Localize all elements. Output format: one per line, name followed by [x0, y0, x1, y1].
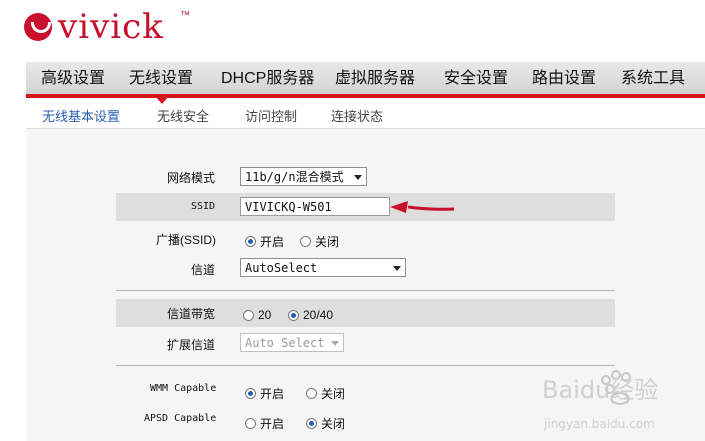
brand-logo: vivick ™: [24, 7, 190, 47]
radio-checked-icon: [288, 309, 299, 321]
baidu-watermark: Baidu经验 jingyan.baidu.com: [542, 370, 658, 431]
radio-checked-icon: [306, 418, 317, 429]
main-nav: 高级设置 无线设置 DHCP服务器 虚拟服务器 安全设置 路由设置 系统工具: [26, 62, 705, 98]
divider: [116, 290, 615, 291]
watermark-url: jingyan.baidu.com: [543, 417, 655, 431]
radio-unchecked-icon: [245, 418, 256, 429]
ext-channel-select[interactable]: Auto Select: [240, 333, 344, 352]
bandwidth-label: 信道带宽: [167, 307, 216, 321]
radio-checked-icon: [245, 236, 256, 247]
network-mode-label: 网络模式: [167, 171, 216, 185]
ssid-input[interactable]: VIVICKQ-W501: [240, 197, 390, 216]
subnav-connection-status[interactable]: 连接状态: [331, 106, 383, 125]
channel-select[interactable]: AutoSelect: [240, 258, 406, 277]
ssid-label: SSID: [191, 201, 216, 212]
nav-routing[interactable]: 路由设置: [532, 62, 596, 94]
chevron-down-icon: [331, 341, 339, 346]
annotation-arrow-icon: [390, 201, 455, 213]
trademark: ™: [180, 10, 190, 21]
wmm-label: WMM Capable: [150, 383, 217, 394]
nav-wireless[interactable]: 无线设置: [129, 62, 193, 94]
wmm-on-radio[interactable]: 开启: [245, 385, 284, 402]
nav-security[interactable]: 安全设置: [444, 62, 508, 94]
radio-unchecked-icon: [243, 309, 254, 321]
apsd-on-radio[interactable]: 开启: [245, 415, 284, 432]
bandwidth-20-radio[interactable]: 20: [243, 308, 271, 322]
radio-unchecked-icon: [306, 388, 317, 399]
nav-system-tools[interactable]: 系统工具: [621, 62, 685, 94]
logo-icon: [24, 13, 52, 41]
network-mode-select[interactable]: 11b/g/n混合模式: [240, 167, 367, 186]
nav-virtual-server[interactable]: 虚拟服务器: [335, 62, 415, 94]
broadcast-on-radio[interactable]: 开启: [245, 233, 284, 250]
ext-channel-label: 扩展信道: [167, 338, 216, 352]
bandwidth-20-40-radio[interactable]: 20/40: [288, 308, 333, 322]
nav-dhcp[interactable]: DHCP服务器: [221, 62, 314, 94]
nav-advanced[interactable]: 高级设置: [41, 62, 105, 94]
channel-label: 信道: [191, 263, 216, 277]
chevron-down-icon: [393, 266, 401, 271]
subnav-basic[interactable]: 无线基本设置: [42, 106, 120, 125]
broadcast-label: 广播(SSID): [156, 233, 217, 247]
wmm-off-radio[interactable]: 关闭: [306, 385, 345, 402]
apsd-label: APSD Capable: [144, 413, 217, 424]
subnav-access-control[interactable]: 访问控制: [245, 106, 297, 125]
watermark-text: Baidu经验: [542, 376, 658, 404]
apsd-off-radio[interactable]: 关闭: [306, 415, 345, 432]
brand-name: vivick: [58, 7, 164, 47]
active-nav-pointer: [155, 96, 169, 104]
broadcast-off-radio[interactable]: 关闭: [300, 233, 339, 250]
radio-checked-icon: [245, 388, 256, 399]
chevron-down-icon: [354, 175, 362, 180]
radio-unchecked-icon: [300, 236, 311, 247]
subnav-security[interactable]: 无线安全: [157, 106, 209, 125]
